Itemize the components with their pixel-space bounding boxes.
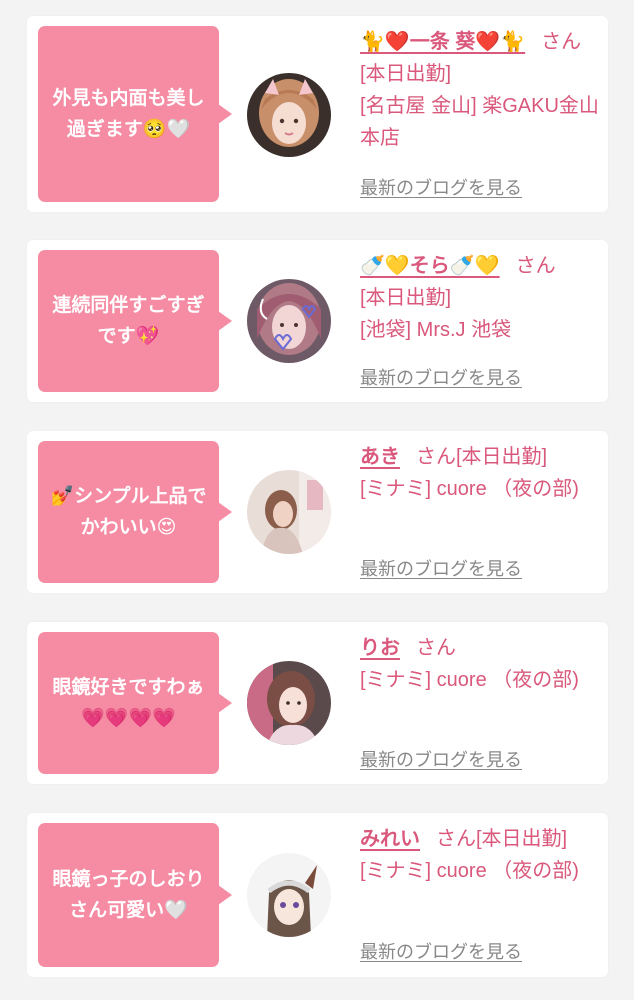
avatar[interactable]: [247, 73, 331, 157]
avatar[interactable]: [247, 853, 331, 937]
honorific: さん[本日出勤]: [416, 446, 548, 468]
girl-name-link[interactable]: 🐈❤️一条 葵❤️🐈: [360, 31, 525, 53]
latest-blog-link[interactable]: 最新のブログを見る: [360, 364, 522, 390]
shop-name: [ミナミ] cuore （夜の部): [360, 860, 579, 882]
girl-name-link[interactable]: あき: [360, 446, 400, 468]
list-item: 💅シンプル上品で かわいい😍 あき さん[本日出勤] [ミナミ] cuore （夜…: [27, 431, 608, 593]
comment-bubble: 眼鏡好きですわぁ 💗💗💗💗: [38, 632, 232, 774]
comment-bubble: 外見も内面も美し 過ぎます🥺🤍: [38, 26, 232, 202]
latest-blog-link[interactable]: 最新のブログを見る: [360, 555, 522, 581]
comment-text: 連続同伴すごすぎ です💖: [52, 294, 205, 347]
avatar[interactable]: [247, 661, 331, 745]
comment-text: 眼鏡っ子のしおり さん可愛い🤍: [52, 868, 205, 921]
girl-name-link[interactable]: みれい: [360, 828, 420, 850]
girl-info: あき さん[本日出勤] [ミナミ] cuore （夜の部): [360, 441, 600, 505]
comment-text: 💅シンプル上品で かわいい😍: [50, 485, 207, 538]
honorific: さん: [541, 31, 582, 53]
list-item: 外見も内面も美し 過ぎます🥺🤍 🐈❤️一条 葵❤️🐈 さん [本日出勤] [名古屋…: [27, 16, 608, 212]
comment-bubble: 連続同伴すごすぎ です💖: [38, 250, 232, 392]
list-item: 眼鏡っ子のしおり さん可愛い🤍 みれい さん[本日出勤] [ミナミ] cuore …: [27, 813, 608, 977]
honorific: さん[本日出勤]: [436, 828, 568, 850]
avatar[interactable]: [247, 470, 331, 554]
shop-name: [池袋] Mrs.J 池袋: [360, 319, 512, 341]
list-item: 眼鏡好きですわぁ 💗💗💗💗 りお さん [ミナミ] cuore （夜の部) 最新の…: [27, 622, 608, 784]
comment-bubble: 💅シンプル上品で かわいい😍: [38, 441, 232, 583]
shop-name: [ミナミ] cuore （夜の部): [360, 478, 579, 500]
girl-info: 🍼💛そら🍼💛 さん [本日出勤] [池袋] Mrs.J 池袋: [360, 250, 600, 346]
honorific: さん: [515, 255, 556, 277]
latest-blog-link[interactable]: 最新のブログを見る: [360, 746, 522, 772]
honorific: さん: [416, 637, 456, 659]
girl-info: りお さん [ミナミ] cuore （夜の部): [360, 632, 600, 696]
girl-info: 🐈❤️一条 葵❤️🐈 さん [本日出勤] [名古屋 金山] 楽GAKU金山本店: [360, 26, 600, 154]
work-status: [本日出勤]: [360, 63, 452, 85]
list-item: 連続同伴すごすぎ です💖 🍼💛そら🍼💛 さん [本日出勤] [池袋] Mrs.J …: [27, 240, 608, 402]
comment-text: 眼鏡好きですわぁ 💗💗💗💗: [52, 676, 205, 729]
comment-text: 外見も内面も美し 過ぎます🥺🤍: [52, 87, 205, 140]
avatar[interactable]: [247, 279, 331, 363]
girls-list: 外見も内面も美し 過ぎます🥺🤍 🐈❤️一条 葵❤️🐈 さん [本日出勤] [名古屋…: [0, 0, 634, 1000]
comment-bubble: 眼鏡っ子のしおり さん可愛い🤍: [38, 823, 232, 967]
girl-name-link[interactable]: りお: [360, 637, 400, 659]
girl-info: みれい さん[本日出勤] [ミナミ] cuore （夜の部): [360, 823, 600, 887]
latest-blog-link[interactable]: 最新のブログを見る: [360, 174, 522, 200]
work-status: [本日出勤]: [360, 287, 452, 309]
shop-name: [名古屋 金山] 楽GAKU金山本店: [360, 95, 599, 149]
latest-blog-link[interactable]: 最新のブログを見る: [360, 938, 522, 964]
girl-name-link[interactable]: 🍼💛そら🍼💛: [360, 255, 500, 277]
shop-name: [ミナミ] cuore （夜の部): [360, 669, 579, 691]
